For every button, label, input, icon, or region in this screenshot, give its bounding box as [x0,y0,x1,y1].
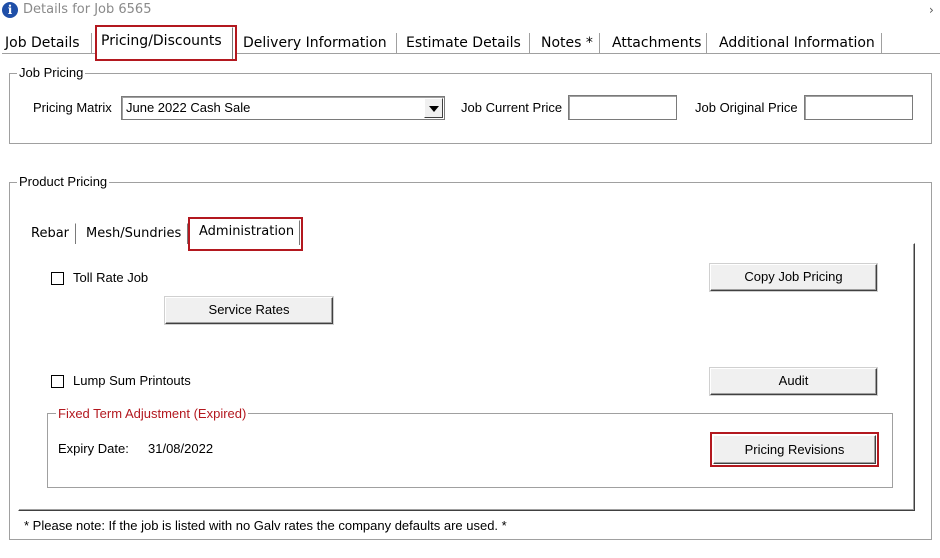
tab-mesh-sundries[interactable]: Mesh/Sundries [79,223,189,244]
footer-note: * Please note: If the job is listed with… [24,518,507,533]
tab-notes[interactable]: Notes * [541,32,593,54]
tab-job-details[interactable]: Job Details [5,32,80,54]
tab-separator [91,33,93,53]
pricing-matrix-value: June 2022 Cash Sale [126,100,251,115]
lump-sum-checkbox[interactable] [51,375,64,388]
tab-separator [881,33,883,53]
fixed-term-legend: Fixed Term Adjustment (Expired) [56,406,249,422]
copy-job-pricing-button[interactable]: Copy Job Pricing [709,263,878,292]
tab-separator [396,33,398,53]
dropdown-button[interactable] [424,98,443,118]
close-icon[interactable]: › [929,2,940,18]
tab-separator [529,33,531,53]
audit-button[interactable]: Audit [709,367,878,396]
button-highlight-box [710,432,879,467]
toll-rate-label[interactable]: Toll Rate Job [73,270,148,286]
product-pricing-legend: Product Pricing [17,174,110,190]
tab-rebar[interactable]: Rebar [24,223,77,244]
pricing-matrix-label: Pricing Matrix [33,100,112,115]
tab-estimate-details[interactable]: Estimate Details [406,32,521,54]
job-current-price-input[interactable] [568,95,677,120]
job-pricing-legend: Job Pricing [17,65,86,81]
pricing-matrix-dropdown[interactable]: June 2022 Cash Sale [121,96,445,120]
tab-highlight-box [188,217,303,251]
chevron-down-icon [429,106,439,112]
tab-pricing-discounts[interactable]: Pricing/Discounts [101,30,222,52]
window-title: Details for Job 6565 [23,2,152,17]
tab-delivery-information[interactable]: Delivery Information [243,32,387,54]
job-original-price-input[interactable] [804,95,913,120]
expiry-date-label: Expiry Date: [58,441,129,456]
expiry-date-value: 31/08/2022 [148,441,214,456]
tab-separator [706,33,708,53]
service-rates-button[interactable]: Service Rates [164,296,334,325]
tab-additional-information[interactable]: Additional Information [719,32,875,54]
lump-sum-label[interactable]: Lump Sum Printouts [73,373,191,389]
tab-attachments[interactable]: Attachments [612,32,701,54]
job-original-price-label: Job Original Price [695,100,798,115]
tab-separator [599,33,601,53]
job-current-price-label: Job Current Price [461,100,563,115]
info-icon: i [2,2,18,18]
toll-rate-checkbox[interactable] [51,272,64,285]
